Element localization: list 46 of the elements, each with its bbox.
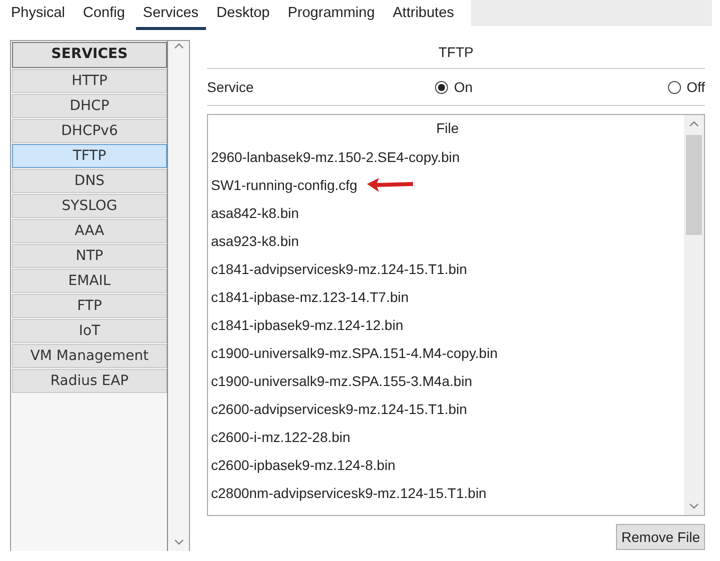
- radio-option[interactable]: On: [435, 79, 668, 95]
- service-item[interactable]: NTP: [12, 244, 167, 268]
- service-item[interactable]: DHCPv6: [12, 119, 167, 143]
- radio-icon[interactable]: [668, 80, 681, 94]
- scroll-down-icon[interactable]: [174, 539, 184, 545]
- scrollbar-thumb[interactable]: [686, 135, 702, 235]
- file-item[interactable]: c2600-i-mz.122-28.bin: [211, 429, 350, 445]
- radio-icon[interactable]: [435, 80, 448, 94]
- services-heading: SERVICES: [12, 42, 167, 68]
- service-item[interactable]: SYSLOG: [12, 194, 167, 218]
- service-item[interactable]: VM Management: [12, 344, 167, 368]
- file-item[interactable]: c1841-ipbasek9-mz.124-12.bin: [211, 317, 404, 333]
- service-item[interactable]: DNS: [12, 169, 167, 193]
- service-item[interactable]: FTP: [12, 294, 167, 318]
- panel-title: TFTP: [207, 40, 705, 69]
- file-item[interactable]: c2600-ipbasek9-mz.124-8.bin: [211, 457, 396, 473]
- scroll-up-icon[interactable]: [174, 43, 184, 49]
- column-header: File: [435, 119, 460, 138]
- service-label: Service: [207, 79, 255, 95]
- scroll-up-icon[interactable]: [689, 121, 699, 127]
- service-item[interactable]: EMAIL: [12, 269, 167, 293]
- service-item[interactable]: Radius EAP: [12, 369, 167, 393]
- file-item[interactable]: 2960-lanbasek9-mz.150-2.SE4-copy.bin: [211, 149, 460, 165]
- file-item[interactable]: SW1-running-config.cfg: [211, 177, 358, 193]
- file-item[interactable]: c1841-advipservicesk9-mz.124-15.T1.bin: [211, 261, 468, 277]
- tab[interactable]: Attributes: [386, 1, 462, 30]
- file-item[interactable]: c2800nm-advipservicesk9-mz.124-15.T1.bin: [211, 485, 486, 501]
- tab[interactable]: Services: [136, 1, 206, 30]
- remove-file-button[interactable]: Remove File: [616, 524, 705, 550]
- file-item[interactable]: c1900-universalk9-mz.SPA.151-4.M4-copy.bin: [211, 345, 498, 361]
- service-item[interactable]: TFTP: [12, 144, 167, 168]
- tab[interactable]: Programming: [280, 1, 382, 30]
- radio-option[interactable]: Off: [668, 79, 705, 95]
- file-item[interactable]: c1900-universalk9-mz.SPA.155-3.M4a.bin: [211, 373, 472, 389]
- service-item[interactable]: AAA: [12, 219, 167, 243]
- file-item[interactable]: c2600-advipservicesk9-mz.124-15.T1.bin: [211, 401, 468, 417]
- file-item[interactable]: asa923-k8.bin: [211, 233, 299, 249]
- service-item[interactable]: HTTP: [12, 69, 167, 93]
- file-item[interactable]: c1841-ipbase-mz.123-14.T7.bin: [211, 289, 409, 305]
- tab[interactable]: Physical: [4, 1, 72, 30]
- tab[interactable]: Config: [76, 1, 132, 30]
- service-item[interactable]: DHCP: [12, 94, 167, 118]
- service-item[interactable]: IoT: [12, 319, 167, 343]
- file-item[interactable]: asa842-k8.bin: [211, 205, 299, 221]
- tab[interactable]: Desktop: [210, 1, 277, 30]
- scroll-down-icon[interactable]: [689, 503, 699, 509]
